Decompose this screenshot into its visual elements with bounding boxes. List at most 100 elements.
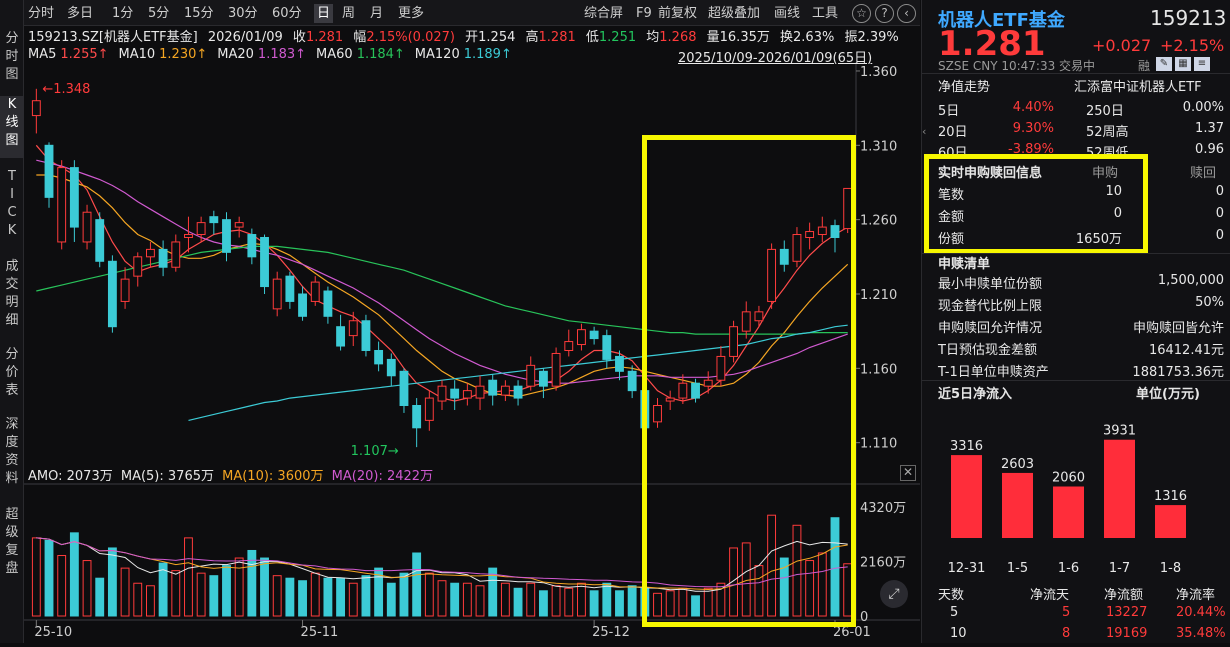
rail-char: 级: [5, 525, 19, 540]
volume-bar: [589, 590, 599, 617]
candle-body: [361, 320, 371, 351]
code-name: 159213.SZ[机器人ETF基金]: [28, 30, 198, 45]
flow-inflow-days: 8: [1062, 626, 1071, 641]
date-range[interactable]: 2025/10/09-2026/01/09(65日): [678, 47, 872, 66]
candle-body: [551, 352, 561, 387]
rail-tab-price-table[interactable]: 分价表: [0, 346, 24, 406]
volume-bar: [513, 587, 523, 617]
perf-value-2: 1.37: [1195, 121, 1224, 136]
volume-bar: [615, 590, 624, 617]
candle-body: [310, 281, 320, 302]
volume-bar: [285, 577, 295, 617]
list-value: 申购赎回皆允许: [1132, 321, 1224, 336]
volume-bar: [551, 585, 561, 617]
candle-body: [475, 385, 485, 399]
high-value: 1.281: [538, 30, 576, 45]
panel-row: T-1日单位申赎资产 1881753.36元: [938, 361, 1224, 382]
rail-tab-depth[interactable]: 深度资料: [0, 416, 24, 494]
volume-bar: [424, 572, 434, 617]
change-value: 2.15%(0.027): [366, 30, 455, 45]
ma-legend-name: MA5: [28, 47, 57, 62]
low-label: 低: [585, 30, 599, 45]
candle-body: [234, 222, 244, 228]
x-tick-label: 25-11: [301, 625, 339, 640]
amp-value: 2.39%: [857, 30, 899, 45]
inflow-bar: [951, 455, 982, 538]
quote-info-line: 159213.SZ[机器人ETF基金] 2026/01/09 收1.281 幅2…: [28, 26, 899, 45]
rail-char: T: [8, 169, 16, 184]
price-tick-label: 1.160: [860, 362, 897, 377]
flow-inflow-days: 5: [1062, 605, 1071, 620]
rail-tab-tick[interactable]: TICK: [0, 168, 24, 246]
volume-bar: [171, 570, 181, 617]
edit-icon[interactable]: ✎: [1156, 57, 1172, 71]
grid-icon[interactable]: ▦: [1175, 57, 1191, 71]
rail-tab-trade-detail[interactable]: 成交明细: [0, 258, 24, 338]
volume-bar: [386, 582, 396, 617]
subredeem-red-value: 0: [1215, 184, 1224, 199]
rail-tab-replay[interactable]: 超级复盘: [0, 506, 24, 584]
vol-ma10: MA(10): 3600万: [222, 469, 324, 484]
volume-bar: [196, 572, 206, 617]
inflow-bar: [1002, 472, 1033, 538]
volume-bar: [399, 572, 409, 617]
flow-table-header: 净流额: [1104, 588, 1144, 603]
volume-bar: [450, 582, 460, 617]
expand-icon[interactable]: ⤢: [880, 580, 908, 608]
high-annotation: ←1.348: [42, 82, 90, 97]
subredeem-red-value: 0: [1215, 228, 1224, 243]
rail-char: 深: [5, 417, 19, 432]
panel-row: 申购赎回允许情况 申购赎回皆允许: [938, 317, 1224, 338]
candle-body: [399, 370, 409, 407]
flow-rate: 35.48%: [1176, 626, 1226, 641]
avg-value: 1.268: [659, 30, 697, 45]
volume-bar: [272, 575, 282, 617]
panel-row: 现金替代比例上限 50%: [938, 295, 1224, 316]
rail-char: 料: [5, 471, 19, 486]
perf-value: 9.30%: [1012, 121, 1054, 136]
right-panel: 机器人ETF基金 159213 1.281 +0.027 +2.15% SZSE…: [921, 0, 1230, 643]
candle-body: [323, 290, 333, 317]
rail-char: 资: [5, 453, 19, 468]
nav-trend-label[interactable]: 净值走势: [938, 76, 990, 95]
list-value: 1881753.36元: [1132, 365, 1224, 380]
panel-row: 10 8 19169 35.48%: [938, 626, 1226, 647]
panel-row: 5日 4.40% 250日 0.00%: [938, 100, 1224, 121]
highlight-box-subredeem: [924, 154, 1148, 254]
rail-char: 成: [5, 259, 19, 274]
subredeem-col-red: 赎回: [1190, 166, 1217, 181]
candle-body: [158, 248, 168, 268]
inflow-value-label: 1316: [1154, 489, 1187, 504]
fund-code: 159213: [1150, 6, 1227, 30]
flow-days: 10: [950, 626, 967, 641]
ma-legend-value: 1.230↑: [159, 47, 208, 62]
ma-legend: MA5 1.255↑ MA10 1.230↑ MA20 1.183↑ MA60 1.184↑ M…: [28, 47, 522, 62]
volume-bar: [412, 552, 422, 617]
panel-row: T日预估现金差额 16412.41元: [938, 339, 1224, 360]
candle-body: [82, 211, 92, 243]
perf-value-2: 0.96: [1195, 142, 1224, 157]
candle-body: [260, 236, 269, 288]
volume-bar: [627, 585, 637, 617]
candle-body: [336, 326, 346, 347]
high-label: 高: [525, 30, 539, 45]
rail-char: K: [7, 223, 17, 238]
x-tick-label: 25-10: [34, 625, 72, 640]
volume-bar: [222, 565, 231, 617]
candle-body: [209, 216, 219, 224]
rail-char: I: [10, 187, 14, 202]
list-icon[interactable]: ≡: [1194, 57, 1210, 71]
rail-tab-kline[interactable]: K线图: [0, 96, 24, 158]
perf-value-2: 0.00%: [1182, 100, 1224, 115]
rail-tab-intraday[interactable]: 分时图: [0, 30, 24, 90]
rail-char: 复: [5, 543, 19, 558]
rail-char: 表: [5, 383, 19, 398]
candle-body: [348, 320, 358, 337]
ma-legend-name: MA120: [414, 47, 460, 62]
inflow-value-label: 3316: [950, 439, 983, 454]
rail-char: 分: [5, 31, 19, 46]
close-volume-pane-icon[interactable]: ✕: [900, 465, 916, 481]
inflow-date-label: 1-8: [1160, 561, 1181, 576]
list-value: 16412.41元: [1148, 343, 1224, 358]
inflow-date-label: 12-31: [948, 561, 986, 576]
